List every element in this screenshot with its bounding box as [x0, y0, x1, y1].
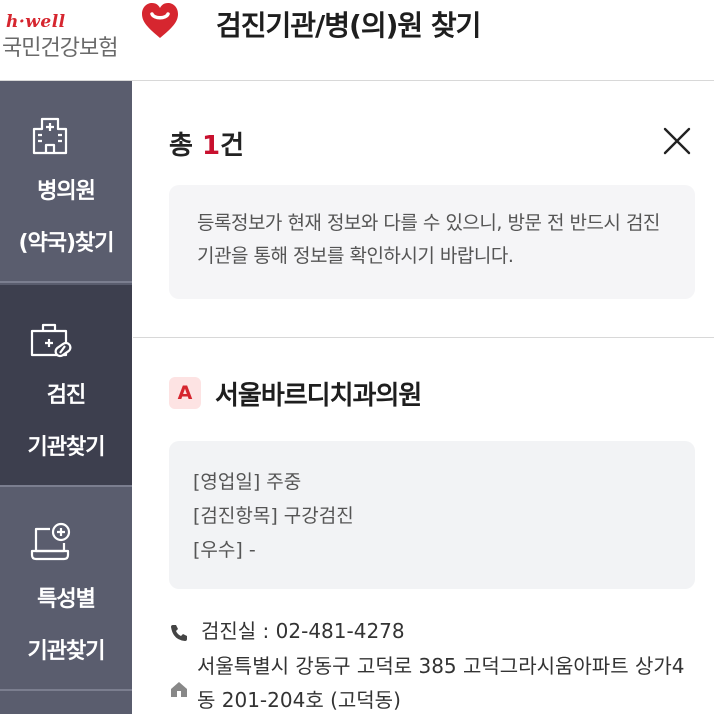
result-count-prefix: 총 — [169, 131, 202, 161]
result-panel: 총 1건 등록정보가 현재 정보와 다를 수 있으니, 방문 전 반드시 검진기… — [133, 81, 714, 714]
heart-logo-icon — [142, 3, 178, 38]
hospital-icon — [32, 117, 68, 155]
sidebar-item-label: 기관찾기 — [27, 435, 106, 460]
close-icon[interactable] — [661, 125, 693, 157]
info-excellence: [우수] - — [193, 539, 256, 561]
phone-icon — [171, 624, 187, 641]
notice-box: 등록정보가 현재 정보와 다를 수 있으니, 방문 전 반드시 검진기관을 통해… — [169, 185, 695, 299]
hospital-name[interactable]: 서울바르디치과의원 — [215, 375, 422, 412]
phone-label: 검진실 : — [201, 619, 276, 643]
info-checkup-items: [검진항목] 구강검진 — [193, 505, 354, 527]
page-title: 검진기관/병(의)원 찾기 — [216, 9, 481, 42]
sidebar-item-checkup-institution[interactable]: 검진 기관찾기 — [0, 285, 132, 487]
marker-badge: A — [169, 377, 201, 409]
phone-number[interactable]: 02-481-4278 — [276, 619, 405, 643]
divider — [133, 337, 714, 338]
nhis-logo[interactable]: h·well 국민건강보험 — [2, 3, 178, 64]
sidebar-item-label: 기관찾기 — [27, 639, 106, 664]
laptop-plus-icon — [30, 522, 71, 561]
hospital-info-box: [영업일] 주중 [검진항목] 구강검진 [우수] - — [169, 441, 695, 589]
sidebar-item-specialty-institution[interactable]: 특성별 기관찾기 — [0, 489, 132, 691]
phone-row[interactable]: 검진실 : 02-481-4278 — [169, 615, 405, 644]
logo-name-text: 국민건강보험 — [2, 36, 118, 61]
sidebar-item-hospital-pharmacy[interactable]: 병의원 (약국)찾기 — [0, 81, 132, 283]
medical-kit-icon — [30, 323, 72, 358]
logo-hwell-text: h·well — [6, 12, 66, 32]
sidebar-item-label: (약국)찾기 — [18, 231, 114, 256]
sidebar-item-label: 검진 — [46, 383, 86, 408]
result-count-number: 1 — [201, 131, 221, 161]
sidebar-item-label: 병의원 — [37, 179, 96, 204]
info-business-days: [영업일] 주중 — [193, 471, 302, 493]
result-count-suffix: 건 — [220, 131, 244, 161]
address-text: 서울특별시 강동구 고덕로 385 고덕그라시움아파트 상가4동 201-204… — [197, 654, 685, 712]
sidebar-nav: 병의원 (약국)찾기 검진 기관찾기 특성별 기관찾기 — [0, 81, 132, 714]
result-count: 총 1건 — [169, 125, 244, 162]
home-icon — [171, 682, 187, 697]
app-header: h·well 국민건강보험 검진기관/병(의)원 찾기 — [0, 0, 714, 81]
sidebar-item-label: 특성별 — [37, 587, 96, 612]
